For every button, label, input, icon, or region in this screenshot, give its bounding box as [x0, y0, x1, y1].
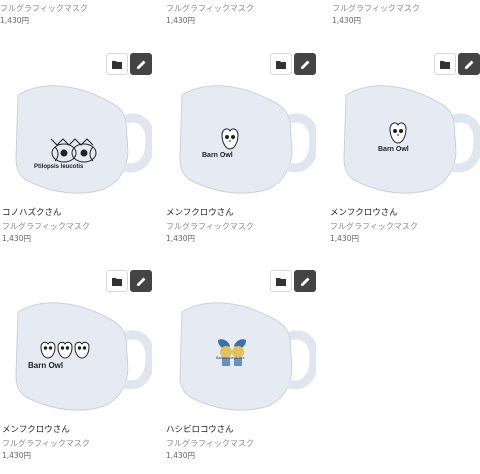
product-card[interactable]: Ptilopsis leucotis コノハズクさん フルグラフィックマスク 1… [2, 53, 152, 248]
product-subtitle: フルグラフィックマスク [166, 439, 254, 448]
product-card[interactable]: Barn Owl メンフクロウさん フルグラフィックマスク 1,430円 [330, 53, 480, 248]
folder-icon [112, 277, 122, 286]
edit-button[interactable] [294, 270, 316, 292]
folder-button[interactable] [270, 270, 292, 292]
print-text: Barn Owl [28, 361, 64, 370]
product-price: 1,430円 [2, 451, 31, 460]
product-card[interactable]: Barn Owl メンフクロウさん フルグラフィックマスク 1,430円 [2, 270, 152, 465]
product-subtitle: フルグラフィックマスク [2, 222, 90, 231]
print-text: Balaeniceps rex [216, 355, 245, 360]
product-price: 1,430円 [0, 16, 29, 25]
pencil-icon [136, 60, 145, 69]
product-subtitle: フルグラフィックマスク [330, 222, 418, 231]
pencil-icon [300, 60, 309, 69]
print-text: Barn Owl [202, 152, 233, 159]
mask-image [343, 85, 480, 194]
print-text: Barn Owl [378, 146, 409, 153]
edit-button[interactable] [294, 53, 316, 75]
product-card[interactable]: Barn Owl メンフクロウさん フルグラフィックマスク 1,430円 [166, 53, 316, 248]
product-price: 1,430円 [330, 234, 359, 243]
mask-image [15, 85, 152, 194]
folder-button[interactable] [270, 53, 292, 75]
product-subtitle: フルグラフィックマスク [332, 4, 420, 13]
folder-icon [440, 60, 450, 69]
product-title[interactable]: メンフクロウさん [330, 208, 398, 219]
edit-button[interactable] [130, 270, 152, 292]
folder-button[interactable] [106, 270, 128, 292]
product-title[interactable]: メンフクロウさん [2, 425, 70, 436]
folder-button[interactable] [106, 53, 128, 75]
product-price: 1,430円 [166, 16, 195, 25]
folder-icon [112, 60, 122, 69]
mask-image [179, 85, 316, 194]
folder-button[interactable] [434, 53, 456, 75]
product-price: 1,430円 [166, 234, 195, 243]
card-actions [106, 270, 152, 292]
card-actions [106, 53, 152, 75]
print-text: Ptilopsis leucotis [34, 164, 84, 170]
product-title[interactable]: ハシビロコウさん [166, 425, 234, 436]
product-card[interactable]: Balaeniceps rex ハシビロコウさん フルグラフィックマスク 1,4… [166, 270, 316, 465]
product-price: 1,430円 [166, 451, 195, 460]
pencil-icon [136, 277, 145, 286]
product-subtitle: フルグラフィックマスク [166, 4, 254, 13]
card-actions [270, 270, 316, 292]
product-image[interactable]: Barn Owl [330, 53, 480, 203]
mask-image [15, 302, 152, 411]
pencil-icon [300, 277, 309, 286]
previous-row: フルグラフィックマスク 1,430円 フルグラフィックマスク 1,430円 フル… [0, 0, 480, 30]
pencil-icon [464, 60, 473, 69]
product-image[interactable]: Ptilopsis leucotis [2, 53, 152, 203]
product-title[interactable]: コノハズクさん [2, 208, 62, 219]
product-price: 1,430円 [332, 16, 361, 25]
product-image[interactable]: Balaeniceps rex [166, 270, 316, 420]
product-subtitle: フルグラフィックマスク [2, 439, 90, 448]
card-actions [270, 53, 316, 75]
product-image[interactable]: Barn Owl [166, 53, 316, 203]
edit-button[interactable] [458, 53, 480, 75]
product-subtitle: フルグラフィックマスク [0, 4, 88, 13]
product-title[interactable]: メンフクロウさん [166, 208, 234, 219]
product-image[interactable]: Barn Owl [2, 270, 152, 420]
card-actions [434, 53, 480, 75]
product-price: 1,430円 [2, 234, 31, 243]
mask-image [179, 302, 316, 411]
product-subtitle: フルグラフィックマスク [166, 222, 254, 231]
folder-icon [276, 60, 286, 69]
folder-icon [276, 277, 286, 286]
edit-button[interactable] [130, 53, 152, 75]
